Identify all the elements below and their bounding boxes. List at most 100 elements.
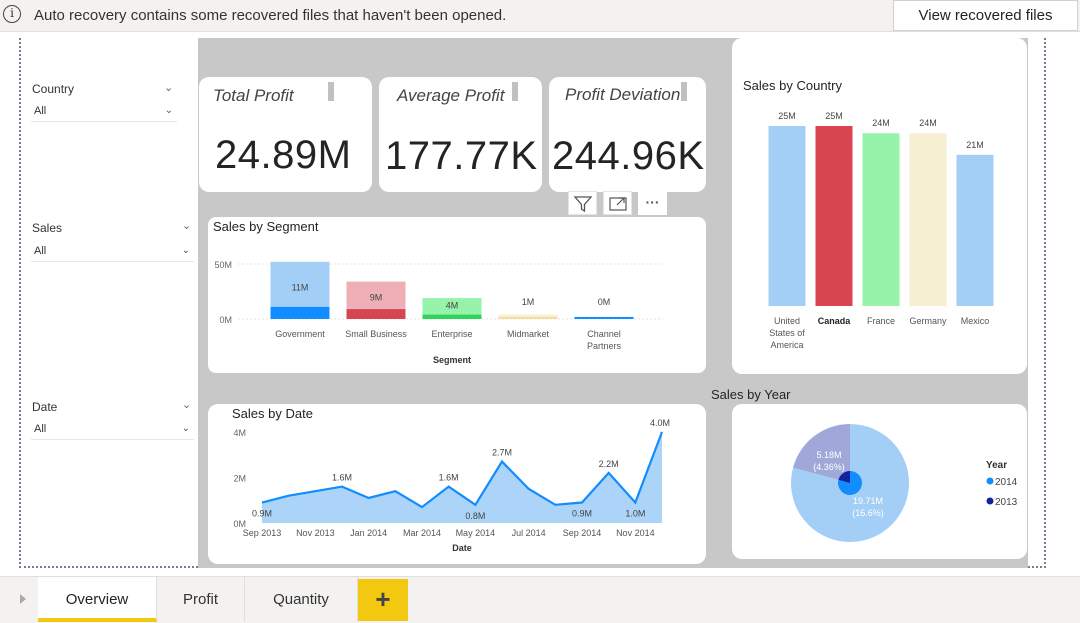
kpi-value: 177.77K: [385, 134, 538, 178]
chevron-down-icon[interactable]: ⌄: [182, 420, 190, 438]
data-label: 0.8M: [465, 511, 485, 521]
data-label: 4M: [446, 301, 459, 311]
visual-sales-by-date[interactable]: Sales by Date 4M 2M 0M 0.9M 1.6M 1.6M 0.8M 2.7M…: [208, 404, 706, 564]
pie-visual-title: Sales by Year: [711, 387, 791, 402]
kpi-card-total-profit[interactable]: Total Profit 24.89M: [199, 77, 372, 192]
slicer-dropdown-country[interactable]: All ⌄: [31, 102, 177, 122]
segment-bar-highlight: [574, 317, 634, 319]
data-label: 21M: [966, 140, 984, 150]
x-tick-label: Midmarket: [507, 329, 550, 339]
visual-sales-by-segment[interactable]: Sales by Segment 50M 0M 11M Government 9M Sma…: [208, 217, 706, 373]
segment-bar-highlight: [422, 314, 482, 319]
filter-icon[interactable]: [568, 191, 597, 215]
tab-quantity[interactable]: Quantity: [245, 577, 358, 622]
kpi-value: 244.96K: [552, 134, 705, 178]
kpi-title: Profit Deviation: [565, 85, 681, 104]
x-tick-label: France: [867, 316, 895, 326]
data-label: 1.6M: [332, 473, 352, 483]
kpi-scroll-indicator: [681, 82, 687, 101]
notification-bar: i Auto recovery contains some recovered …: [0, 0, 1080, 32]
x-tick-label: Germany: [909, 316, 947, 326]
y-tick-label: 4M: [233, 428, 246, 438]
data-label: 2.7M: [492, 448, 512, 458]
info-icon: i: [3, 5, 21, 23]
chevron-down-icon[interactable]: ⌄: [165, 102, 173, 120]
segment-bar-highlight: [346, 309, 406, 319]
country-chart-svg: 25M United States of America 25M Canada 24M Fra…: [768, 111, 994, 350]
country-bar: [815, 126, 853, 306]
data-label: 0M: [598, 297, 611, 307]
kpi-card-profit-deviation[interactable]: Profit Deviation 244.96K: [549, 77, 706, 192]
slice-label: (4.36%): [813, 462, 845, 472]
focus-mode-icon[interactable]: [603, 191, 632, 215]
view-recovered-files-button[interactable]: View recovered files: [893, 0, 1078, 31]
slicer-collapse-icon[interactable]: ⌄: [182, 219, 191, 232]
x-tick-label: Canada: [818, 316, 852, 326]
country-bar: [862, 133, 900, 306]
tab-overview[interactable]: Overview: [38, 577, 157, 622]
data-label: 24M: [872, 118, 890, 128]
data-label: 0.9M: [572, 509, 592, 519]
country-bar: [909, 133, 947, 306]
data-label: 1.6M: [439, 473, 459, 483]
slicer-value: All: [34, 105, 47, 117]
data-label: 4.0M: [650, 418, 670, 428]
country-bar: [768, 126, 806, 306]
area-fill: [262, 432, 662, 523]
x-tick-label: Small Business: [345, 329, 407, 339]
notification-message: Auto recovery contains some recovered fi…: [34, 7, 507, 24]
x-tick-label: Sep 2014: [563, 528, 602, 538]
y-tick-label: 0M: [219, 315, 232, 325]
add-page-button[interactable]: +: [358, 579, 408, 621]
data-label: 1.0M: [625, 509, 645, 519]
visual-sales-by-year[interactable]: 5.18M (4.36%) 19.71M (16.6%) Year 2014 2013: [732, 404, 1027, 559]
data-label: 25M: [778, 111, 796, 121]
x-tick-label: Nov 2014: [616, 528, 655, 538]
x-tick-label: Channel: [587, 329, 621, 339]
data-label: 2.2M: [599, 459, 619, 469]
slice-label: 5.18M: [816, 450, 841, 460]
slicer-dropdown-date[interactable]: All ⌄: [31, 420, 194, 440]
y-tick-label: 2M: [233, 474, 246, 484]
kpi-card-average-profit[interactable]: Average Profit 177.77K: [379, 77, 542, 192]
x-tick-label: Partners: [587, 341, 622, 351]
slicer-label-date: Date: [32, 400, 58, 414]
x-tick-label: Mexico: [961, 316, 990, 326]
legend-label: 2013: [995, 497, 1018, 508]
x-tick-label: States of: [769, 328, 805, 338]
slicer-dropdown-sales[interactable]: All ⌄: [31, 242, 194, 262]
legend-label: 2014: [995, 477, 1018, 488]
data-label: 24M: [919, 118, 937, 128]
visual-sales-by-country[interactable]: Sales by Country 25M United States of Ameri…: [732, 38, 1027, 374]
year-chart-svg: 5.18M (4.36%) 19.71M (16.6%) Year 2014 2013: [791, 424, 1018, 542]
kpi-value: 24.89M: [215, 133, 352, 177]
more-options-icon[interactable]: ···: [638, 191, 667, 215]
slicer-collapse-icon[interactable]: ⌄: [164, 81, 173, 94]
data-label: 1M: [522, 297, 535, 307]
slicer-value: All: [34, 245, 47, 257]
x-tick-label: May 2014: [456, 528, 496, 538]
segment-bar-highlight: [270, 306, 330, 319]
kpi-scroll-indicator: [328, 82, 334, 101]
x-tick-label: Nov 2013: [296, 528, 335, 538]
x-tick-label: Sep 2013: [243, 528, 282, 538]
chevron-down-icon[interactable]: ⌄: [182, 242, 190, 260]
segment-bar-highlight: [498, 317, 558, 319]
x-tick-label: Jan 2014: [350, 528, 387, 538]
tab-profit[interactable]: Profit: [157, 577, 245, 622]
segment-chart-svg: 50M 0M 11M Government 9M Small Business 4M Ente…: [214, 260, 663, 365]
data-label: 25M: [825, 111, 843, 121]
x-tick-label: United: [774, 316, 800, 326]
kpi-scroll-indicator: [512, 82, 518, 101]
x-tick-label: America: [770, 340, 803, 350]
data-label: 9M: [370, 292, 383, 302]
legend-title: Year: [986, 460, 1007, 471]
slicer-value: All: [34, 423, 47, 435]
slicer-label-sales: Sales: [32, 221, 63, 235]
country-bar: [956, 154, 994, 306]
slicer-collapse-icon[interactable]: ⌄: [182, 398, 191, 411]
scroll-left-icon[interactable]: [20, 594, 26, 604]
slice-label: 19.71M: [853, 496, 883, 506]
kpi-title: Average Profit: [397, 86, 505, 105]
kpi-title: Total Profit: [213, 86, 294, 105]
